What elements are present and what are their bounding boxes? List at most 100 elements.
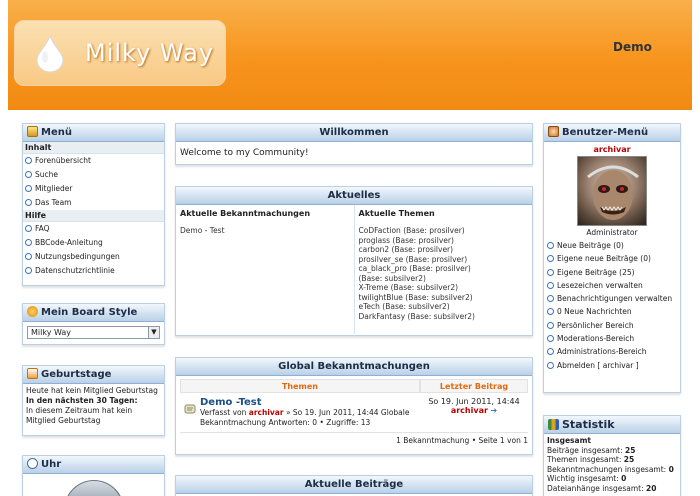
theme-link[interactable]: prosilver_se (Base: prosilver) [359,255,529,265]
announcements-list: Demo - Test [180,226,350,236]
user-name[interactable]: archivar [544,145,680,154]
bullet-icon [25,239,32,246]
bullet-icon [547,348,554,356]
theme-link[interactable]: (Base: subsilver2) [359,274,529,284]
menu-title-text: Menü [41,127,72,138]
stats-heading: Insgesamt [547,436,591,445]
last-post-date: So 19. Jun 2011, 14:44 [428,397,520,406]
aktuelles-columns: Aktuelle Bekanntmachungen Demo - Test Ak… [176,205,532,334]
bullet-icon [25,171,32,178]
last-post-author-link[interactable]: archivar [451,406,488,415]
user-menu-item-label: Persönlicher Bereich [557,320,634,330]
bullet-icon [547,242,554,249]
aktuelles-title: Aktuelles [176,187,532,205]
goto-post-icon[interactable]: ➔ [490,406,497,415]
col-last-post: Letzter Beitrag [420,379,528,393]
user-menu-item-label: Abmelden [ archivar ] [557,360,639,370]
menu-item[interactable]: Suche [23,168,164,182]
col-topics: Themen [180,379,420,393]
menu-box: Menü Inhalt Forenübersicht Suche Mitglieder… [22,123,165,286]
chevron-down-icon[interactable]: ▼ [148,327,159,338]
theme-link[interactable]: DarkFantasy (Base: subsilver2) [359,312,529,322]
logo-text: Milky Way [85,39,215,67]
table-row: Demo -Test Verfasst von archivar » So 19… [180,393,528,433]
theme-link[interactable]: X-Treme (Base: subsilver2) [359,283,529,293]
theme-link[interactable]: twilightBlue (Base: subsilver2) [359,293,529,303]
birthdays-title-text: Geburtstage [41,369,112,380]
stat-line: Wichtig insgesamt: 0 [547,474,677,484]
stat-value: 0 [668,464,674,474]
stat-label: Beiträge insgesamt: [547,445,623,455]
user-menu-item[interactable]: Administrations-Bereich [547,345,677,358]
menu-item[interactable]: Datenschutzrichtlinie [23,264,164,278]
stat-label: Dateianhänge insgesamt: [547,483,644,493]
welcome-title: Willkommen [176,124,532,142]
user-menu-item[interactable]: 0 Neue Nachrichten [547,305,677,318]
statistik-title-text: Statistik [562,418,615,431]
header-user-link[interactable]: Demo [613,40,652,54]
stat-label: Wichtig insgesamt: [547,474,619,483]
user-menu-item[interactable]: Eigene neue Beiträge (0) [547,252,677,265]
menu-item[interactable]: Forenübersicht [23,154,164,168]
welcome-box: Willkommen Welcome to my Community! [175,123,533,165]
topic-author-link[interactable]: archivar [249,408,284,417]
user-menu-item-label: Benachrichtigungen verwalten [557,294,673,304]
user-menu-item-label: 0 Neue Nachrichten [557,307,632,317]
menu-box-title: Menü [23,124,164,142]
user-menu-item[interactable]: Moderations-Bereich [547,332,677,345]
menu-group-label: Inhalt [23,142,164,154]
user-menu-item-label: Neue Beiträge (0) [557,241,624,250]
board-style-title-text: Mein Board Style [41,307,138,318]
bullet-icon [547,268,554,276]
menu-item[interactable]: Das Team [23,196,164,210]
user-menu-item[interactable]: Lesezeichen verwalten [547,279,677,292]
theme-link[interactable]: eTech (Base: subsilver2) [359,302,529,312]
bullet-icon [547,281,554,289]
birthdays-today: Heute hat kein Mitglied Geburtstag [26,386,158,395]
user-menu-item[interactable]: Eigene Beiträge (25) [547,266,677,279]
menu-item-label: Forenübersicht [35,156,91,165]
stat-line: Beiträge insgesamt: 25 [547,446,677,456]
theme-link[interactable]: CoDFaction (Base: prosilver) [359,226,529,236]
board-style-box: Mein Board Style Milky Way ▼ [22,303,165,345]
themes-list: CoDFaction (Base: prosilver) proglass (Ba… [359,226,529,321]
birthdays-title: Geburtstage [23,366,164,384]
stat-line: Bekanntmachungen insgesamt: 0 [547,465,677,475]
user-icon [548,126,559,137]
aktuelles-box: Aktuelles Aktuelle Bekanntmachungen Demo… [175,186,533,336]
birthdays-box: Geburtstage Heute hat kein Mitglied Gebu… [22,365,165,436]
bullet-icon [25,157,32,164]
clock-box: Uhr [22,455,165,496]
topic-meta: Verfasst von archivar » So 19. Jun 2011,… [200,408,420,428]
announcement-link[interactable]: Demo - Test [180,226,350,236]
style-select[interactable]: Milky Way ▼ [27,326,160,339]
global-table-header: Themen Letzter Beitrag [180,379,528,393]
bullet-icon [547,321,554,329]
topic-title-link[interactable]: Demo -Test [200,397,420,408]
menu-item[interactable]: FAQ [23,222,164,236]
menu-item[interactable]: BBCode-Anleitung [23,236,164,250]
menu-icon [27,126,38,137]
welcome-text: Welcome to my Community! [180,148,309,158]
user-menu-item[interactable]: Benachrichtigungen verwalten [547,292,677,305]
stat-label: Bekanntmachungen insgesamt: [547,464,667,474]
menu-item-label: Datenschutzrichtlinie [35,266,115,275]
user-menu-item-label: Eigene Beiträge (25) [557,267,635,277]
palette-icon [27,306,38,317]
menu-item[interactable]: Nutzungsbedingungen [23,250,164,264]
user-menu-item[interactable]: Persönlicher Bereich [547,319,677,332]
bullet-icon [547,295,554,303]
site-logo[interactable]: Milky Way [14,20,226,86]
user-menu-item[interactable]: Abmelden [ archivar ] [547,359,677,372]
user-menu-list: Neue Beiträge (0) Eigene neue Beiträge (0… [544,237,680,374]
user-menu-item[interactable]: Neue Beiträge (0) [547,239,677,252]
theme-link[interactable]: proglass (Base: prosilver) [359,236,529,246]
topic-meta-prefix: Verfasst von [200,408,247,417]
statistik-box: Statistik Insgesamt Beiträge insgesamt: … [543,415,681,496]
menu-item-label: Nutzungsbedingungen [35,252,120,261]
theme-link[interactable]: ca_black_pro (Base: prosilver) [359,264,529,274]
menu-item[interactable]: Mitglieder [23,182,164,196]
theme-link[interactable]: carbon2 (Base: prosilver) [359,245,529,255]
user-menu-title: Benutzer-Menü [544,124,680,142]
clock-title-text: Uhr [41,459,62,470]
